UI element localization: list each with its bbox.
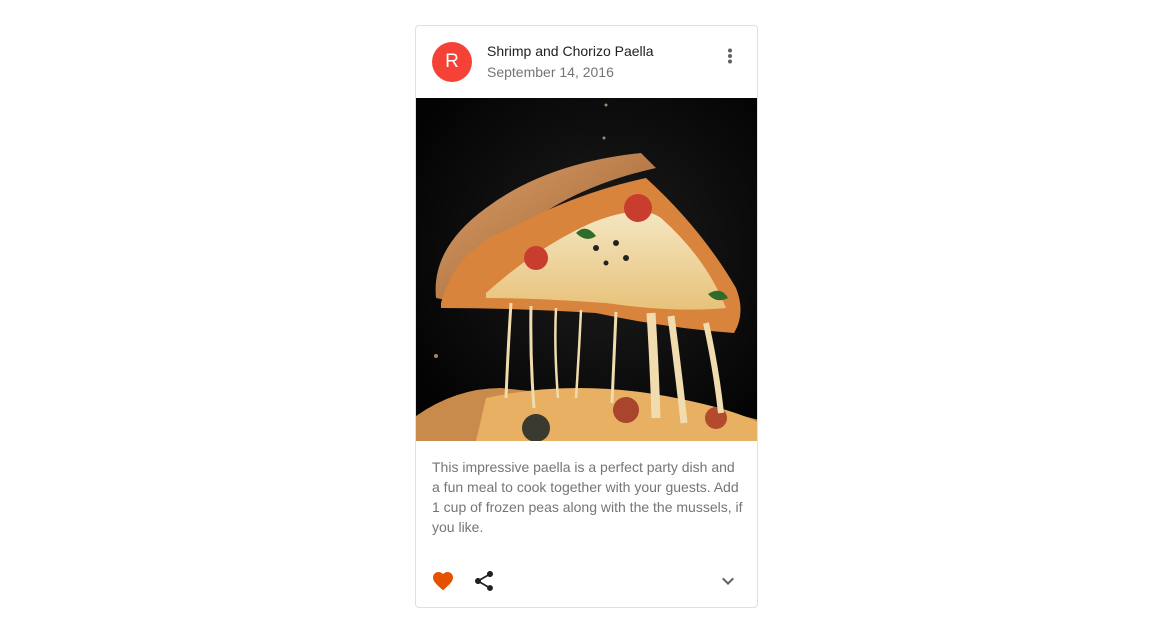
share-icon <box>475 571 493 591</box>
pizza-slice-image <box>416 98 757 441</box>
card-description: This impressive paella is a perfect part… <box>432 459 743 535</box>
share-button[interactable] <box>467 564 501 598</box>
avatar: R <box>432 42 472 82</box>
expand-button[interactable] <box>711 564 745 598</box>
recipe-card: R Shrimp and Chorizo Paella September 14… <box>415 25 758 608</box>
card-header: R Shrimp and Chorizo Paella September 14… <box>416 26 757 98</box>
card-media <box>416 98 757 441</box>
more-options-button[interactable] <box>715 41 745 71</box>
card-actions <box>416 561 757 601</box>
card-title: Shrimp and Chorizo Paella <box>487 43 654 59</box>
favorite-icon <box>433 572 453 591</box>
favorite-button[interactable] <box>426 564 460 598</box>
expand-more-icon <box>722 577 734 585</box>
more-vert-icon <box>728 48 732 64</box>
card-subheader: September 14, 2016 <box>487 64 614 80</box>
